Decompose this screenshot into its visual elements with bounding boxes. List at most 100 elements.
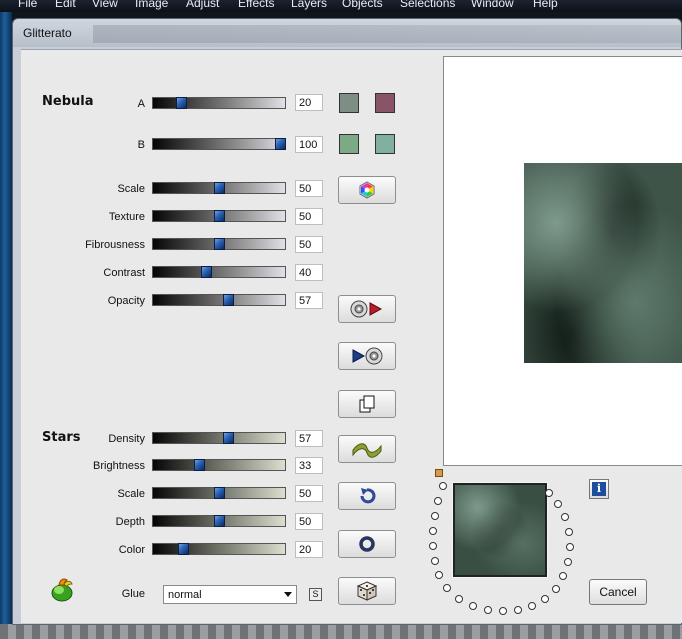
load-preset-button[interactable] [338, 342, 396, 370]
nebula-b-slider[interactable] [152, 138, 286, 150]
angle-dot[interactable] [564, 558, 572, 566]
stars-scale-label: Scale [117, 488, 145, 500]
angle-dot[interactable] [528, 602, 536, 610]
angle-dot[interactable] [484, 606, 492, 614]
slider-thumb[interactable] [214, 210, 225, 222]
nebula-scale-value[interactable]: 50 [295, 180, 323, 197]
nebula-a-value[interactable]: 20 [295, 94, 323, 111]
reset-button[interactable] [338, 530, 396, 558]
nebula-texture-slider[interactable] [152, 210, 286, 222]
slider-thumb[interactable] [214, 182, 225, 194]
nebula-b-value[interactable]: 100 [295, 136, 323, 153]
angle-dot[interactable] [455, 595, 463, 603]
slider-thumb[interactable] [214, 515, 225, 527]
slider-thumb[interactable] [178, 543, 190, 555]
nebula-opacity-slider[interactable] [152, 294, 286, 306]
nebula-a-color-right[interactable] [375, 93, 395, 113]
glue-select[interactable]: normal [163, 585, 297, 604]
angle-dot[interactable] [435, 571, 443, 579]
menu-adjust[interactable]: Adjust [186, 0, 219, 9]
angle-dot[interactable] [431, 512, 439, 520]
slider-thumb[interactable] [214, 487, 225, 499]
nebula-b-color-left[interactable] [339, 134, 359, 154]
copy-button[interactable] [338, 390, 396, 418]
info-button[interactable]: i [589, 479, 609, 499]
angle-dot[interactable] [514, 606, 522, 614]
slider-thumb[interactable] [223, 432, 235, 444]
stars-color-value[interactable]: 20 [295, 541, 323, 558]
nebula-contrast-slider[interactable] [152, 266, 286, 278]
stars-scale-value[interactable]: 50 [295, 485, 323, 502]
glue-s-button[interactable]: S [309, 588, 322, 601]
nebula-opacity-value[interactable]: 57 [295, 292, 323, 309]
random-button[interactable] [338, 577, 396, 605]
angle-dot[interactable] [554, 500, 562, 508]
nebula-b-label: B [137, 139, 145, 151]
menu-effects[interactable]: Effects [238, 0, 274, 9]
angle-dot[interactable] [561, 513, 569, 521]
slider-thumb[interactable] [175, 97, 187, 109]
menu-selections[interactable]: Selections [400, 0, 455, 9]
slider-thumb[interactable] [194, 459, 206, 471]
dice-icon [356, 581, 378, 601]
slider-thumb[interactable] [200, 266, 212, 278]
stars-brightness-value[interactable]: 33 [295, 457, 323, 474]
nebula-a-color-left[interactable] [339, 93, 359, 113]
undo-button[interactable] [338, 482, 396, 510]
angle-dot[interactable] [499, 607, 507, 615]
nebula-contrast-value[interactable]: 40 [295, 264, 323, 281]
menu-view[interactable]: View [92, 0, 118, 9]
dialog-titlebar[interactable]: Glitterato [13, 19, 682, 47]
slider-thumb[interactable] [214, 238, 225, 250]
angle-dot[interactable] [541, 595, 549, 603]
nebula-fibrousness-slider[interactable] [152, 238, 286, 250]
hexagon-color-wheel-icon [359, 181, 375, 199]
undo-arrow-icon [360, 488, 376, 504]
angle-dot[interactable] [469, 602, 477, 610]
angle-dot[interactable] [429, 527, 437, 535]
stars-density-slider[interactable] [152, 432, 286, 444]
navigator-thumbnail[interactable] [452, 482, 548, 578]
menu-help[interactable]: Help [533, 0, 558, 9]
nebula-b-color-right[interactable] [375, 134, 395, 154]
angle-dot[interactable] [429, 542, 437, 550]
nebula-scale-label: Scale [117, 183, 145, 195]
host-bottom-strip [0, 624, 682, 639]
save-preset-button[interactable] [338, 295, 396, 323]
copy-icon [359, 395, 375, 413]
stars-scale-slider[interactable] [152, 487, 286, 499]
menu-layers[interactable]: Layers [291, 0, 327, 9]
color-wheel-button[interactable] [338, 176, 396, 204]
angle-dot[interactable] [434, 497, 442, 505]
menu-window[interactable]: Window [471, 0, 514, 9]
angle-dot[interactable] [443, 584, 451, 592]
menu-file[interactable]: File [18, 0, 37, 9]
stars-depth-slider[interactable] [152, 515, 286, 527]
slider-thumb[interactable] [274, 138, 286, 150]
menu-image[interactable]: Image [135, 0, 168, 9]
navigator-handle[interactable] [435, 469, 443, 477]
stars-color-slider[interactable] [152, 543, 286, 555]
stars-brightness-slider[interactable] [152, 459, 286, 471]
nebula-scale-slider[interactable] [152, 182, 286, 194]
angle-dot[interactable] [431, 557, 439, 565]
cancel-button[interactable]: Cancel [589, 579, 647, 605]
angle-dot[interactable] [565, 528, 573, 536]
nebula-opacity-label: Opacity [107, 295, 145, 307]
nebula-fibrousness-value[interactable]: 50 [295, 236, 323, 253]
slider-thumb[interactable] [223, 294, 235, 306]
glue-select-value: normal [168, 589, 202, 601]
preview-pane[interactable] [443, 56, 682, 466]
angle-dot[interactable] [559, 572, 567, 580]
nebula-a-slider[interactable] [152, 97, 286, 109]
angle-dot[interactable] [566, 543, 574, 551]
menu-edit[interactable]: Edit [55, 0, 76, 9]
angle-dot[interactable] [552, 585, 560, 593]
nebula-texture-value[interactable]: 50 [295, 208, 323, 225]
angle-dot[interactable] [545, 489, 553, 497]
angle-dot[interactable] [439, 482, 447, 490]
stars-depth-value[interactable]: 50 [295, 513, 323, 530]
stars-density-value[interactable]: 57 [295, 430, 323, 447]
wave-button[interactable] [338, 435, 396, 463]
menu-objects[interactable]: Objects [342, 0, 383, 9]
